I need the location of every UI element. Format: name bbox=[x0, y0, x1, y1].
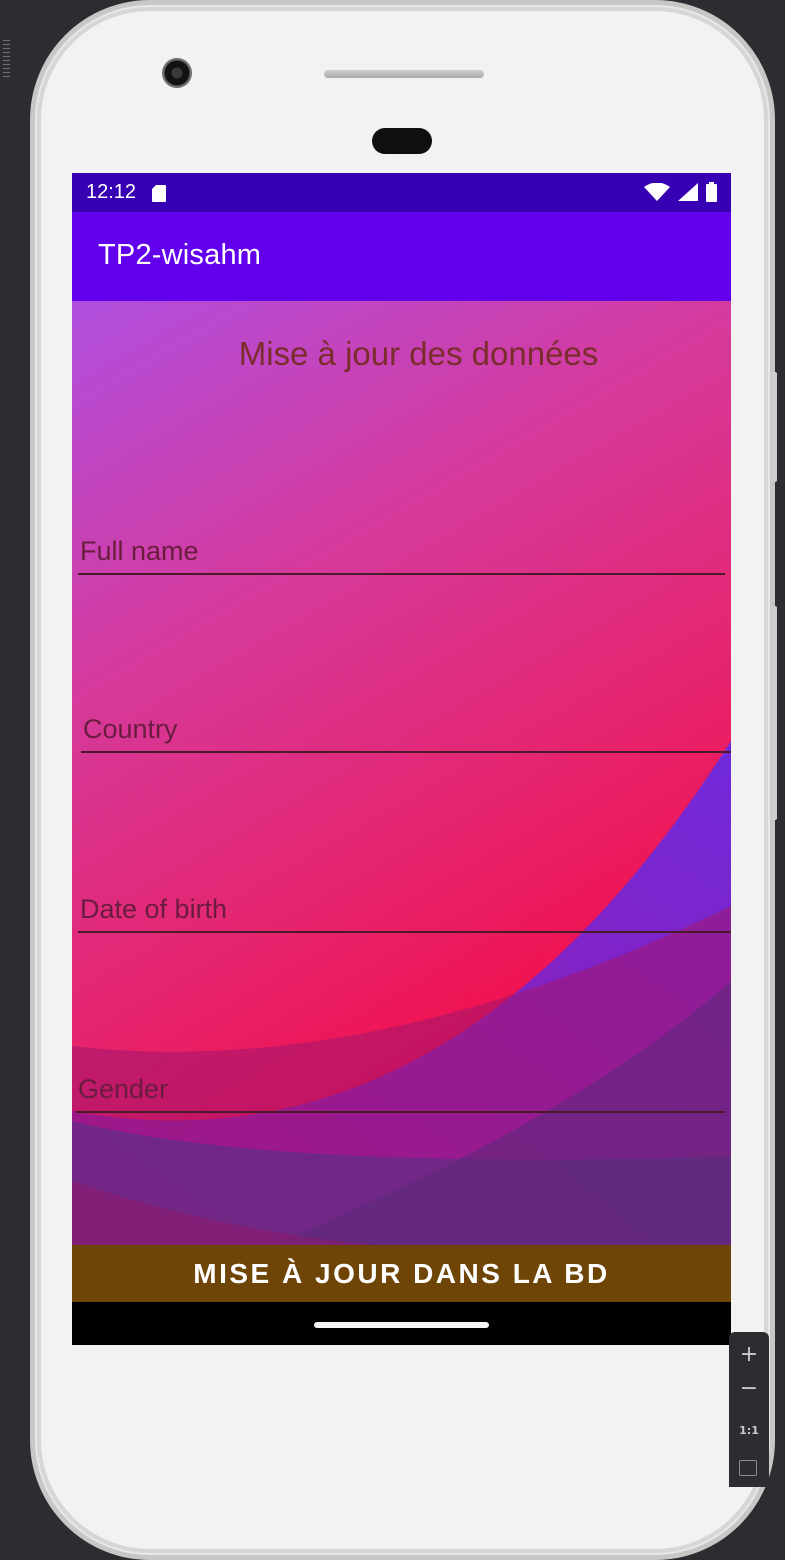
proximity-sensor bbox=[372, 128, 432, 154]
status-icons bbox=[644, 182, 717, 202]
form-content: Mise à jour des données Full name Countr… bbox=[72, 301, 731, 1245]
front-camera bbox=[162, 58, 192, 88]
signal-icon bbox=[678, 183, 698, 201]
field-underline bbox=[78, 573, 725, 575]
field-underline bbox=[76, 1111, 725, 1113]
device-screen: 12:12 TP2-wisahm Mise à jour des données… bbox=[72, 173, 731, 1345]
actual-size-button[interactable]: 1:1 bbox=[729, 1424, 769, 1437]
volume-button bbox=[771, 606, 777, 820]
earpiece-speaker bbox=[324, 70, 484, 78]
zoom-in-button[interactable]: + bbox=[729, 1342, 769, 1367]
battery-icon bbox=[706, 182, 717, 202]
gender-placeholder: Gender bbox=[78, 1074, 169, 1104]
page-title: Mise à jour des données bbox=[238, 335, 599, 372]
date-of-birth-field[interactable]: Date of birth bbox=[78, 883, 731, 933]
home-gesture-handle[interactable] bbox=[314, 1322, 489, 1328]
country-placeholder: Country bbox=[83, 714, 178, 744]
field-underline bbox=[81, 751, 731, 753]
full-name-field[interactable]: Full name bbox=[78, 525, 725, 575]
date-of-birth-placeholder: Date of birth bbox=[80, 894, 228, 924]
country-field[interactable]: Country bbox=[81, 703, 731, 753]
zoom-out-button[interactable]: − bbox=[729, 1376, 769, 1401]
emulator-zoom-controls: + − 1:1 bbox=[729, 1332, 769, 1487]
update-db-button[interactable]: MISE À JOUR DANS LA BD bbox=[72, 1245, 731, 1302]
ide-left-strip bbox=[0, 0, 14, 1487]
power-button bbox=[771, 372, 777, 482]
status-time: 12:12 bbox=[86, 181, 137, 203]
sd-card-icon bbox=[152, 185, 166, 202]
full-name-placeholder: Full name bbox=[80, 536, 199, 566]
navigation-bar bbox=[72, 1306, 731, 1345]
status-bar: 12:12 bbox=[72, 173, 731, 212]
app-title: TP2-wisahm bbox=[98, 239, 262, 271]
field-underline bbox=[78, 931, 731, 933]
gender-field[interactable]: Gender bbox=[76, 1063, 725, 1113]
wifi-icon bbox=[644, 183, 670, 201]
app-bar: TP2-wisahm bbox=[72, 212, 731, 301]
fit-screen-icon[interactable] bbox=[739, 1460, 757, 1476]
grip-icon bbox=[3, 40, 10, 80]
